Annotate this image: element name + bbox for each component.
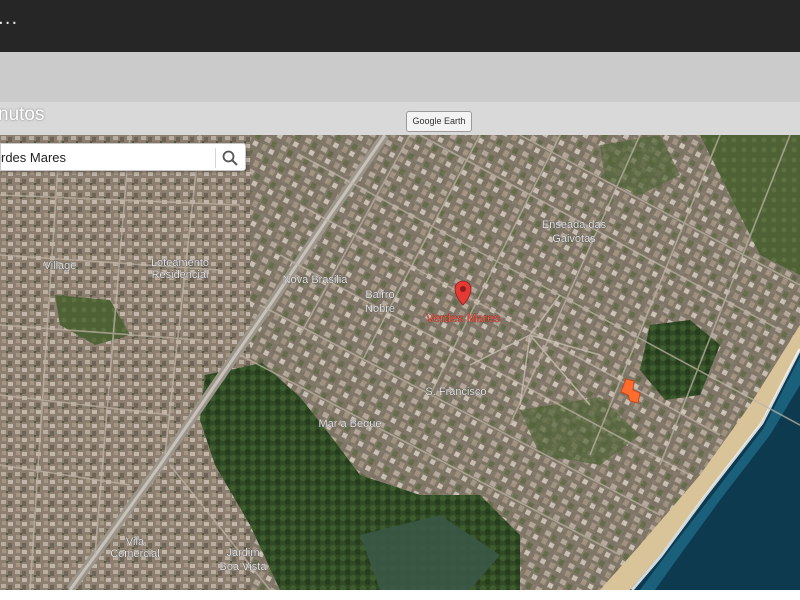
map-label-village: Village [44, 260, 77, 272]
map-label-enseada: Enseada das [542, 219, 607, 231]
map-label-sao-francisco: S. Francisco [425, 386, 486, 398]
map-label-vila: Vila [126, 536, 145, 548]
menu-dots-icon[interactable]: ... [0, 8, 18, 29]
search-divider [215, 148, 216, 168]
map-label-loteamento: Loteamento [151, 257, 209, 269]
map-label-gaivotas: Gaivotas [552, 233, 596, 245]
satellite-map[interactable]: Enseada das Gaivotas Bairro Nobre Verdes… [0, 135, 800, 590]
top-bar: ... [0, 0, 800, 52]
search-icon[interactable] [221, 149, 239, 167]
map-label-jardim: Jardim [226, 547, 259, 559]
search-box[interactable] [0, 143, 246, 171]
map-label-verdes-mares: Verdes Mares [426, 311, 500, 325]
map-label-boa-vista: Boa Vista [220, 561, 268, 573]
google-earth-button[interactable]: Google Earth [406, 111, 472, 132]
map-label-nobre: Nobre [365, 303, 395, 315]
title-bar: nutos [0, 102, 800, 136]
bottom-bar [0, 590, 800, 600]
map-label-nova-brasilia: Nova Brasilia [283, 274, 349, 286]
map-label-residencial: Residencial [152, 269, 209, 281]
page-title: nutos [0, 104, 45, 125]
map-label-comercial: Comercial [110, 548, 160, 560]
map-label-mar-a-beque: Mar a Beque [319, 418, 382, 430]
map-label-bairro: Bairro [365, 289, 394, 301]
search-input[interactable] [1, 147, 206, 167]
toolbar-band [0, 52, 800, 102]
